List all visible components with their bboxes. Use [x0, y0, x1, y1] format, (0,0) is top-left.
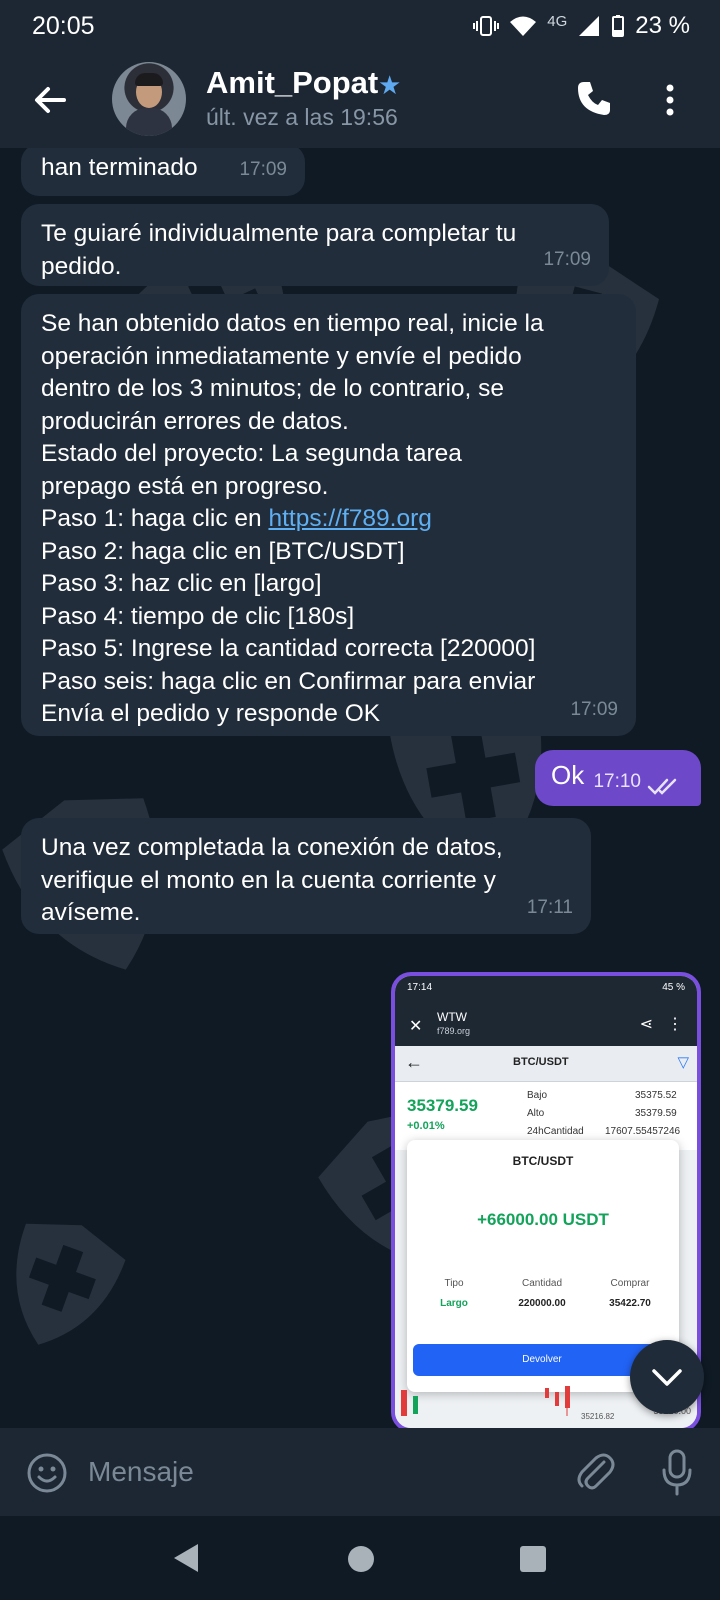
battery-level: 23 %: [635, 12, 690, 39]
message-text: Estado del proyecto: La segunda tarea: [41, 440, 462, 467]
stat-value: 35379.59: [635, 1108, 677, 1119]
avatar[interactable]: [112, 62, 186, 136]
more-options-icon: ⋮: [667, 1016, 683, 1033]
modal-column: Comprar: [610, 1278, 650, 1289]
stat-label: Alto: [527, 1108, 545, 1119]
filter-icon: ▽: [677, 1054, 689, 1071]
embedded-time: 17:14: [407, 982, 433, 993]
message-input-bar: [0, 1428, 720, 1516]
message-bubble-outgoing[interactable]: Ok 17:10: [535, 750, 701, 806]
network-type: 4G: [547, 12, 568, 30]
embedded-browser-bar: ✕ WTW f789.org ⋖ ⋮: [395, 1004, 697, 1046]
star-icon: ★: [378, 70, 402, 100]
message-bubble[interactable]: Te guiaré individualmente para completar…: [21, 204, 609, 286]
attach-icon[interactable]: [574, 1450, 616, 1494]
message-time: 17:10: [593, 770, 641, 792]
modal-amount: +66000.00 USDT: [477, 1210, 609, 1229]
message-time: 17:11: [526, 896, 573, 918]
message-text: Paso 5: Ingrese la cantidad correcta [22…: [41, 635, 536, 662]
last-seen: últ. vez a las 19:56: [206, 104, 398, 130]
message-text: Paso seis: haga clic en Confirmar para e…: [41, 667, 536, 695]
message-text: Envía el pedido y responde OK: [41, 700, 381, 727]
modal-value: 220000.00: [518, 1298, 566, 1309]
modal-value: Largo: [440, 1298, 468, 1309]
message-text: operación inmediatamente y envíe el pedi…: [41, 342, 522, 370]
price: 35379.59: [407, 1096, 478, 1115]
message-text: Paso 3: haz clic en [largo]: [41, 570, 322, 597]
pair-label: BTC/USDT: [513, 1056, 569, 1068]
share-icon: ⋖: [639, 1016, 653, 1033]
message-text: avíseme.: [41, 899, 141, 926]
more-options-icon[interactable]: [660, 80, 680, 120]
message-time: 17:09: [570, 698, 618, 720]
embedded-nav: ← BTC/USDT ▽: [395, 1046, 697, 1082]
nav-home-icon[interactable]: [348, 1546, 374, 1572]
chat-header: Amit_Popat ★ últ. vez a las 19:56: [0, 52, 720, 148]
back-arrow-icon[interactable]: [30, 80, 70, 120]
message-time: 17:09: [543, 248, 591, 270]
message-text: producirán errores de datos.: [41, 407, 349, 435]
message-bubble[interactable]: Una vez completada la conexión de datos,…: [21, 818, 591, 934]
message-text: dentro de los 3 minutos; de lo contrario…: [41, 375, 505, 402]
message-bubble[interactable]: han terminado 17:09: [21, 148, 305, 196]
emoji-icon[interactable]: [26, 1452, 68, 1494]
embedded-battery: 45 %: [662, 982, 685, 993]
modal-title: BTC/USDT: [512, 1154, 574, 1168]
chevron-down-icon: [652, 1369, 682, 1386]
modal-column: Cantidad: [521, 1278, 563, 1289]
nav-recents-icon[interactable]: [520, 1546, 546, 1572]
browser-title: WTW: [437, 1010, 467, 1024]
embedded-status-bar: 17:14 45 %: [395, 976, 697, 1004]
message-text-line: Paso 1: haga clic en https://f789.org: [41, 503, 616, 536]
modal-value: 35422.70: [609, 1298, 651, 1309]
message-text: prepago está en progreso.: [41, 472, 329, 500]
read-checkmarks-icon: [647, 778, 677, 795]
stat-label: 24hCantidad: [527, 1126, 584, 1137]
scroll-down-button[interactable]: [630, 1340, 704, 1414]
message-text: Paso 1: haga clic en: [41, 505, 269, 532]
stat-value: 17607.55457246: [605, 1126, 681, 1137]
stat-value: 35375.52: [635, 1090, 677, 1101]
signal-icon: [579, 16, 600, 36]
close-icon: ✕: [409, 1018, 423, 1035]
message-bubble[interactable]: Se han obtenido datos en tiempo real, in…: [21, 294, 636, 736]
message-list[interactable]: han terminado 17:09 Te guiaré individual…: [0, 148, 720, 1428]
message-link[interactable]: https://f789.org: [268, 505, 431, 532]
browser-domain: f789.org: [437, 1026, 471, 1036]
phone-icon[interactable]: [574, 78, 614, 118]
message-text: Se han obtenido datos en tiempo real, in…: [41, 310, 544, 337]
system-nav-bar: [0, 1516, 720, 1600]
message-input[interactable]: [88, 1448, 548, 1496]
message-text: verifique el monto en la cuenta corrient…: [41, 866, 496, 894]
stat-label: Bajo: [527, 1090, 548, 1101]
nav-back-icon[interactable]: [172, 1542, 200, 1574]
chart-low-label: 35216.82: [581, 1412, 615, 1421]
modal-column: Tipo: [444, 1278, 464, 1289]
message-text: Te guiaré individualmente para completar…: [41, 220, 517, 247]
message-time: 17:09: [239, 158, 287, 180]
price-change: +0.01%: [407, 1120, 445, 1132]
status-time: 20:05: [32, 12, 95, 40]
message-text: Paso 4: tiempo de clic [180s]: [41, 602, 355, 630]
message-text: Paso 2: haga clic en [BTC/USDT]: [41, 537, 405, 565]
back-arrow-icon: ←: [405, 1052, 423, 1072]
wifi-icon: [510, 16, 537, 36]
status-icons: 4G 23 %: [473, 12, 690, 40]
message-text: Una vez completada la conexión de datos,: [41, 834, 503, 861]
vibrate-icon: [473, 16, 500, 36]
status-bar: 20:05 4G 23 %: [0, 0, 720, 52]
battery-icon: [612, 15, 625, 37]
contact-name[interactable]: Amit_Popat: [206, 65, 378, 101]
message-text: pedido.: [41, 252, 122, 280]
microphone-icon[interactable]: [660, 1448, 694, 1496]
